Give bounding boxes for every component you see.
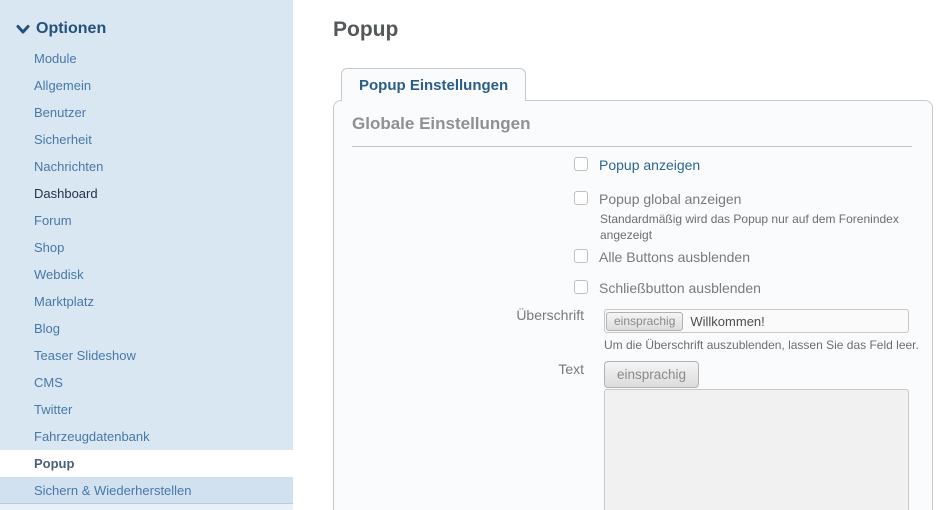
text-textarea[interactable] <box>604 389 909 510</box>
sidebar-footer <box>0 504 293 510</box>
sidebar-item-benutzer[interactable]: Benutzer <box>0 99 293 126</box>
schliessbutton-ausblenden-label[interactable]: Schließbutton ausblenden <box>599 280 761 296</box>
page-title: Popup <box>333 18 398 42</box>
popup-global-anzeigen-label[interactable]: Popup global anzeigen <box>599 191 741 207</box>
sidebar-item-shop[interactable]: Shop <box>0 234 293 261</box>
sidebar-item-forum[interactable]: Forum <box>0 207 293 234</box>
sidebar-item-marktplatz[interactable]: Marktplatz <box>0 288 293 315</box>
alle-buttons-ausblenden-checkbox[interactable] <box>574 249 588 263</box>
text-label: Text <box>434 361 584 377</box>
alle-buttons-ausblenden-label[interactable]: Alle Buttons ausblenden <box>599 249 750 265</box>
sidebar-item-teaser-slideshow[interactable]: Teaser Slideshow <box>0 342 293 369</box>
sidebar-item-twitter[interactable]: Twitter <box>0 396 293 423</box>
sidebar-item-allgemein[interactable]: Allgemein <box>0 72 293 99</box>
sidebar: Optionen Module Allgemein Benutzer Siche… <box>0 0 293 510</box>
popup-anzeigen-checkbox[interactable] <box>574 157 588 171</box>
sidebar-item-webdisk[interactable]: Webdisk <box>0 261 293 288</box>
sidebar-section-label: Optionen <box>36 20 106 38</box>
tab-label: Popup Einstellungen <box>359 77 508 94</box>
sidebar-item-sichern-wiederherstellen[interactable]: Sichern & Wiederherstellen <box>0 477 293 504</box>
popup-anzeigen-label[interactable]: Popup anzeigen <box>599 157 700 173</box>
sidebar-item-blog[interactable]: Blog <box>0 315 293 342</box>
sidebar-item-fahrzeugdatenbank[interactable]: Fahrzeugdatenbank <box>0 423 293 450</box>
schliessbutton-ausblenden-checkbox[interactable] <box>574 280 588 294</box>
tab-popup-einstellungen[interactable]: Popup Einstellungen <box>341 68 526 101</box>
popup-global-anzeigen-description: Standardmäßig wird das Popup nur auf dem… <box>600 211 922 243</box>
text-language-button[interactable]: einsprachig <box>604 361 699 388</box>
ueberschrift-input-group: einsprachig <box>604 309 909 333</box>
sidebar-item-module[interactable]: Module <box>0 45 293 72</box>
sidebar-item-dashboard[interactable]: Dashboard <box>0 180 293 207</box>
section-title: Globale Einstellungen <box>352 114 531 134</box>
sidebar-item-cms[interactable]: CMS <box>0 369 293 396</box>
sidebar-section-optionen[interactable]: Optionen <box>16 20 106 38</box>
chevron-down-icon <box>16 22 30 36</box>
popup-global-anzeigen-checkbox[interactable] <box>574 191 588 205</box>
ueberschrift-language-button[interactable]: einsprachig <box>606 312 683 331</box>
settings-panel: Globale Einstellungen Popup anzeigen Pop… <box>333 100 933 510</box>
sidebar-item-popup[interactable]: Popup <box>0 450 293 477</box>
admin-page: Optionen Module Allgemein Benutzer Siche… <box>0 0 950 510</box>
section-divider <box>352 146 912 147</box>
ueberschrift-label: Überschrift <box>434 307 584 323</box>
ueberschrift-description: Um die Überschrift auszublenden, lassen … <box>604 338 919 352</box>
sidebar-item-nachrichten[interactable]: Nachrichten <box>0 153 293 180</box>
sidebar-item-sicherheit[interactable]: Sicherheit <box>0 126 293 153</box>
sidebar-nav: Module Allgemein Benutzer Sicherheit Nac… <box>0 45 293 504</box>
ueberschrift-input[interactable] <box>683 314 908 329</box>
